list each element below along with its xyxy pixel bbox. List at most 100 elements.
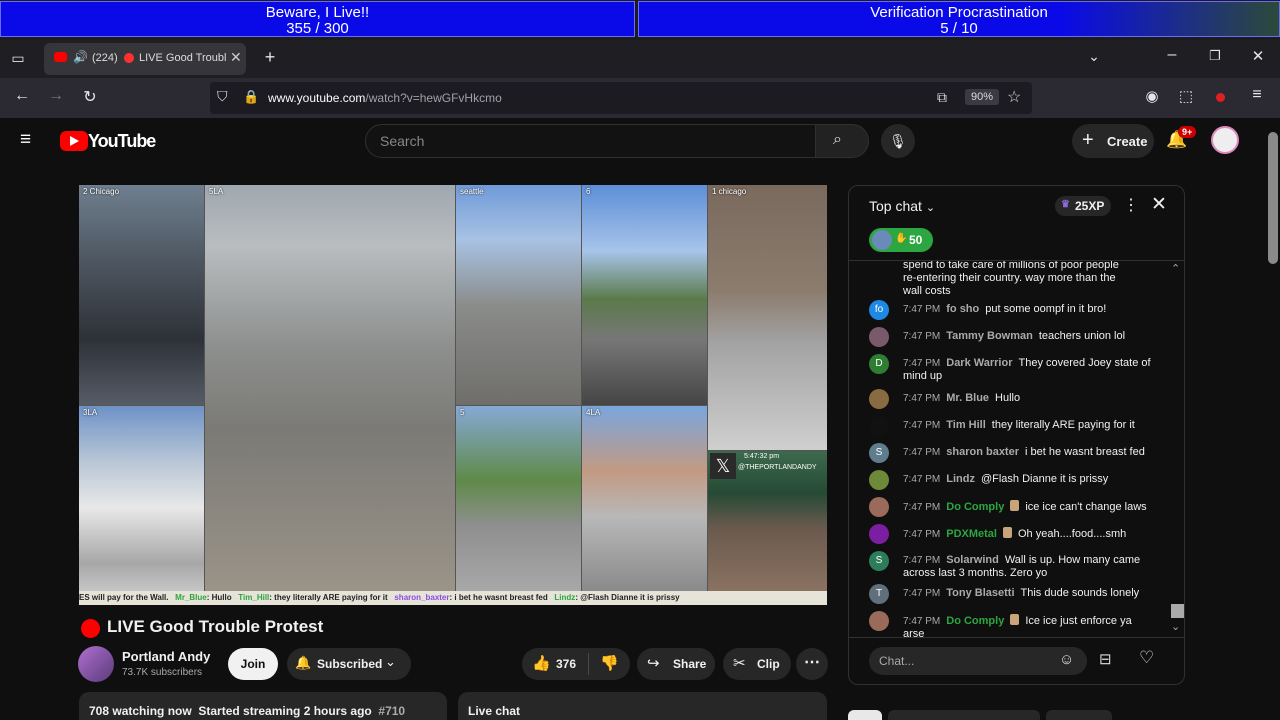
chat-timestamp: 7:47 PM <box>903 555 941 566</box>
address-bar[interactable]: ⛉ 🔒 www.youtube.com/watch?v=hewGFvHkcmo … <box>210 82 1032 114</box>
chip[interactable] <box>848 710 882 720</box>
heart-icon[interactable]: ♡ <box>1139 648 1154 668</box>
chat-author-avatar[interactable] <box>869 327 889 347</box>
extensions-icon[interactable]: ⬚ <box>1176 87 1196 105</box>
window-close-icon[interactable]: ✕ <box>1248 47 1268 65</box>
member-badge-icon <box>1010 500 1020 511</box>
chat-author-name[interactable]: fo sho <box>946 303 979 315</box>
chat-author-name[interactable]: Tony Blasetti <box>946 587 1014 599</box>
bookmark-star-icon[interactable]: ☆ <box>1007 87 1021 107</box>
divider <box>849 637 1184 638</box>
extension-record-icon[interactable] <box>1216 93 1225 102</box>
account-avatar[interactable] <box>1211 126 1239 154</box>
live-chat-box[interactable]: Live chat <box>458 692 827 720</box>
youtube-logo-icon[interactable] <box>60 131 88 151</box>
chip[interactable] <box>888 710 1040 720</box>
tab-list-icon[interactable]: ▭ <box>8 50 28 67</box>
chat-author-avatar[interactable]: S <box>869 551 889 571</box>
forward-icon[interactable]: → <box>46 87 66 105</box>
xp-badge[interactable]: ♛ 25XP <box>1055 196 1111 216</box>
chat-author-avatar[interactable] <box>869 416 889 436</box>
video-cell-label: 4LA <box>586 408 601 417</box>
chip[interactable] <box>1046 710 1112 720</box>
chat-author-name[interactable]: Dark Warrior <box>946 357 1012 369</box>
chat-author-name[interactable]: Do Comply <box>946 501 1004 513</box>
chat-author-avatar[interactable]: S <box>869 443 889 463</box>
search-button[interactable]: ⌕ <box>815 124 869 158</box>
chevron-down-icon[interactable]: ⌄ <box>1084 48 1104 65</box>
chat-author-avatar[interactable] <box>869 497 889 517</box>
chat-author-name[interactable]: Tammy Bowman <box>946 330 1033 342</box>
reload-icon[interactable]: ↻ <box>80 87 100 107</box>
chat-timestamp: 7:47 PM <box>903 304 941 315</box>
clip-button[interactable]: ✂ Clip <box>723 648 791 680</box>
account-icon[interactable]: ◉ <box>1142 87 1162 105</box>
plus-icon: + <box>1082 129 1094 151</box>
chat-author-name[interactable]: Tim Hill <box>946 419 986 431</box>
chat-author-name[interactable]: Lindz <box>946 473 975 485</box>
restore-icon[interactable]: ❐ <box>1205 48 1225 64</box>
share-button[interactable]: ↪ Share <box>637 648 715 680</box>
scroll-up-icon[interactable]: ⌃ <box>1171 262 1180 275</box>
hamburger-menu-icon[interactable]: ≡ <box>20 129 31 151</box>
video-cell-label: 1 chicago <box>712 187 747 196</box>
join-button[interactable]: Join <box>228 648 278 680</box>
chat-timestamp: 7:47 PM <box>903 474 941 485</box>
channel-avatar[interactable] <box>78 646 114 682</box>
search-input[interactable]: Search <box>365 124 817 158</box>
chat-author-name[interactable]: Solarwind <box>946 554 999 566</box>
tab-close-icon[interactable]: ✕ <box>230 49 242 66</box>
youtube-logo-text[interactable]: YouTube <box>88 131 156 152</box>
scroll-down-icon[interactable]: ⌄ <box>1171 620 1180 633</box>
back-icon[interactable]: ← <box>12 87 32 105</box>
zoom-level[interactable]: 90% <box>965 89 1000 105</box>
picture-in-picture-icon[interactable]: ⧉ <box>937 89 947 106</box>
like-count[interactable]: 376 <box>556 657 576 671</box>
description-box[interactable]: 708 watching now Started streaming 2 hou… <box>79 692 447 720</box>
pill-count: 50 <box>909 233 923 247</box>
more-actions-icon[interactable]: ⋯ <box>796 648 828 680</box>
page-scrollbar[interactable] <box>1266 118 1280 720</box>
menu-icon[interactable]: ≡ <box>1247 86 1267 104</box>
speaker-icon[interactable]: 🔊 <box>73 50 88 64</box>
voice-search-icon[interactable]: 🎙 <box>881 124 915 158</box>
minimize-icon[interactable]: – <box>1162 46 1182 64</box>
share-icon: ↪ <box>647 655 660 672</box>
chat-author-avatar[interactable]: T <box>869 584 889 604</box>
emoji-icon[interactable]: ☺ <box>1059 651 1074 668</box>
chat-author-name[interactable]: sharon baxter <box>946 446 1019 458</box>
shield-icon[interactable]: ⛉ <box>217 88 228 105</box>
dislike-icon[interactable]: 👎 <box>600 654 619 672</box>
chat-author-avatar[interactable]: fo <box>869 300 889 320</box>
chat-input[interactable]: Chat... ☺ <box>869 647 1087 675</box>
chat-close-icon[interactable]: ✕ <box>1151 193 1167 216</box>
video-cell: 2 Chicago <box>79 185 204 405</box>
share-label: Share <box>673 657 707 671</box>
super-chat-icon[interactable]: ⊟ <box>1099 650 1112 668</box>
chat-author-avatar[interactable]: D <box>869 354 889 374</box>
video-cell-label: 2 Chicago <box>83 187 120 196</box>
video-player[interactable]: 2 Chicago 5LA seattle 6 1 chicago 3LA 5 … <box>79 185 827 605</box>
create-button[interactable]: + Create <box>1072 124 1154 158</box>
chat-message-body: 7:47 PM Solarwind Wall is up. How many cam… <box>903 554 1153 580</box>
engagement-pill[interactable]: ✋ 50 <box>869 228 933 252</box>
chat-author-avatar[interactable] <box>869 611 889 631</box>
chat-author-avatar[interactable] <box>869 524 889 544</box>
new-tab-icon[interactable]: + <box>260 47 280 68</box>
chat-author-name[interactable]: Mr. Blue <box>946 392 989 404</box>
like-icon[interactable]: 👍 <box>532 654 551 672</box>
tab-youtube[interactable]: 🔊 (224) LIVE Good Trouble ✕ <box>44 43 246 75</box>
scrollbar-thumb[interactable] <box>1268 132 1278 264</box>
lock-icon[interactable]: 🔒 <box>243 89 259 105</box>
chat-author-name[interactable]: Do Comply <box>946 615 1004 627</box>
chat-scrollbar-thumb[interactable] <box>1171 604 1184 618</box>
channel-name[interactable]: Portland Andy <box>122 649 210 664</box>
browser-nav-bar: ← → ↻ ⛉ 🔒 www.youtube.com/watch?v=hewGFv… <box>0 78 1280 118</box>
chat-author-avatar[interactable] <box>869 389 889 409</box>
subscribed-button[interactable]: 🔔 Subscribed ⌄ <box>287 648 411 680</box>
bell-icon: 🔔 <box>295 655 312 670</box>
chat-mode-selector[interactable]: Top chat ⌄ <box>869 198 935 214</box>
chat-author-avatar[interactable] <box>869 470 889 490</box>
chat-author-name[interactable]: PDXMetal <box>946 528 997 540</box>
chat-more-icon[interactable]: ⋮ <box>1123 195 1139 215</box>
